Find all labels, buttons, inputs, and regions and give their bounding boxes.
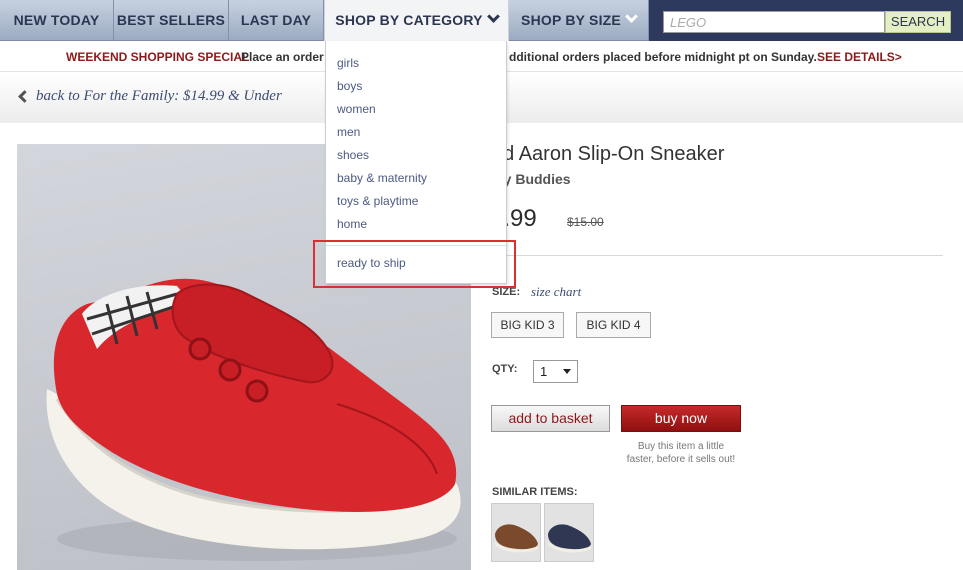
brown-shoe-thumbnail <box>492 504 540 561</box>
promo-text-left: Place an order <box>241 50 324 64</box>
nav-new-today[interactable]: NEW TODAY <box>0 0 114 41</box>
select-arrow-icon <box>563 369 571 374</box>
nav-shop-by-size[interactable]: SHOP BY SIZE <box>509 0 649 41</box>
highlight-annotation-box <box>313 240 516 288</box>
navy-shoe-thumbnail <box>545 504 593 561</box>
search-input[interactable] <box>663 11 885 33</box>
buy-now-button[interactable]: buy now <box>621 405 741 432</box>
nav-shop-by-category-label: SHOP BY CATEGORY <box>335 12 483 28</box>
nav-last-day-label: LAST DAY <box>240 12 312 28</box>
buy-note-line-2: faster, before it sells out! <box>626 454 736 465</box>
original-price: $15.00 <box>567 215 604 229</box>
nav-best-sellers[interactable]: BEST SELLERS <box>114 0 229 41</box>
buy-note-line-1: Buy this item a little <box>637 441 725 452</box>
menu-item-toys-playtime[interactable]: toys & playtime <box>337 194 418 208</box>
nav-shop-by-size-label: SHOP BY SIZE <box>521 12 621 28</box>
menu-item-men[interactable]: men <box>337 125 360 139</box>
menu-item-home[interactable]: home <box>337 217 367 231</box>
similar-item-thumbnail[interactable] <box>544 503 594 562</box>
promo-label: WEEKEND SHOPPING SPECIAL <box>66 50 250 64</box>
size-option-big-kid-4[interactable]: BIG KID 4 <box>576 312 651 338</box>
divider <box>491 255 943 256</box>
product-title: ed Aaron Slip-On Sneaker <box>492 143 725 165</box>
chevron-left-icon[interactable] <box>18 90 31 103</box>
menu-item-shoes[interactable]: shoes <box>337 148 369 162</box>
size-option-big-kid-3[interactable]: BIG KID 3 <box>491 312 564 338</box>
promo-text-right: dditional orders placed before midnight … <box>509 50 817 64</box>
search-button[interactable]: SEARCH <box>885 11 951 33</box>
chevron-down-icon <box>486 10 500 23</box>
back-link[interactable]: back to For the Family: $14.99 & Under <box>36 88 282 105</box>
size-chart-link[interactable]: size chart <box>531 284 581 300</box>
quantity-select[interactable]: 1 <box>533 360 578 383</box>
add-to-basket-button[interactable]: add to basket <box>491 405 610 432</box>
nav-best-sellers-label: BEST SELLERS <box>116 12 226 28</box>
similar-item-thumbnail[interactable] <box>491 503 541 562</box>
nav-shop-by-category[interactable]: SHOP BY CATEGORY <box>324 0 509 41</box>
buy-note: Buy this item a little faster, before it… <box>612 440 750 466</box>
similar-items-label: SIMILAR ITEMS: <box>492 486 578 498</box>
nav-last-day[interactable]: LAST DAY <box>229 0 324 41</box>
menu-item-girls[interactable]: girls <box>337 56 359 70</box>
qty-label: QTY: <box>492 363 518 375</box>
nav-new-today-label: NEW TODAY <box>13 12 100 28</box>
quantity-value: 1 <box>540 364 548 379</box>
menu-item-boys[interactable]: boys <box>337 79 362 93</box>
chevron-down-icon <box>625 10 638 23</box>
menu-item-baby-maternity[interactable]: baby & maternity <box>337 171 427 185</box>
menu-item-women[interactable]: women <box>337 102 376 116</box>
promo-details-link[interactable]: SEE DETAILS> <box>817 42 902 72</box>
